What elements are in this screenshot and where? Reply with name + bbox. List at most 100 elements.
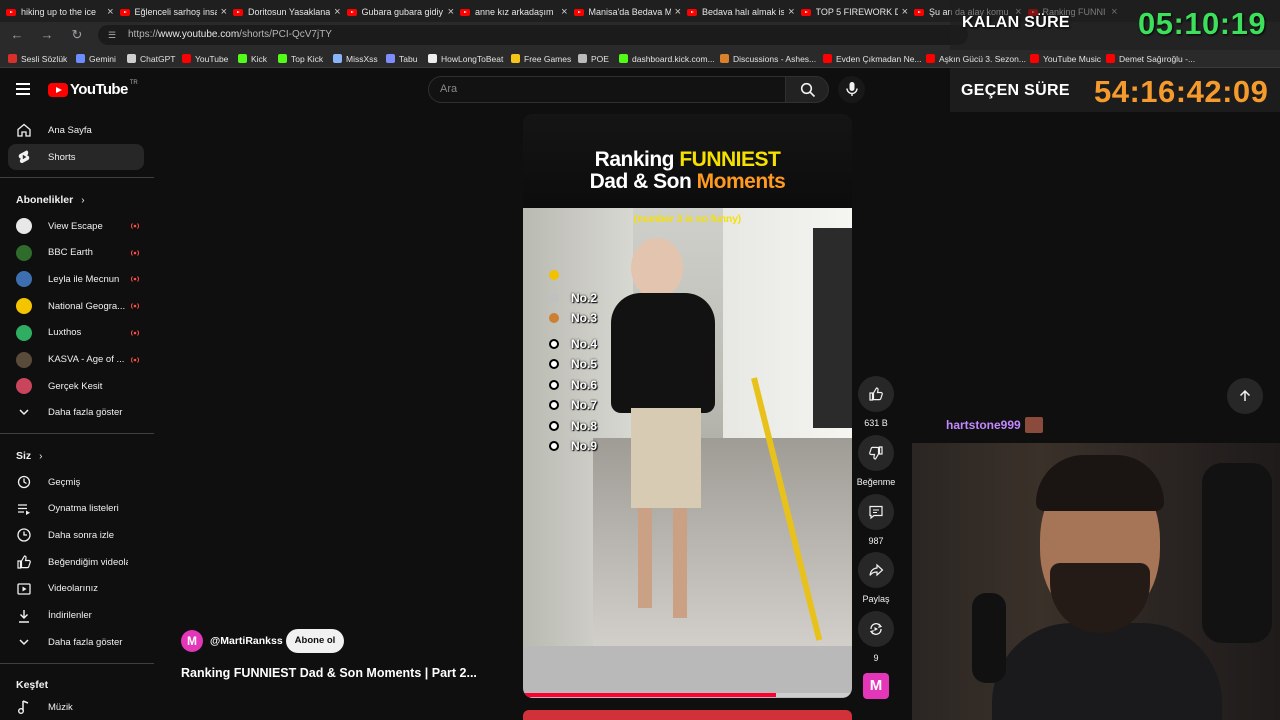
address-bar[interactable]: ☰ https://www.youtube.com/shorts/PCI-QcV… — [98, 25, 968, 45]
bookmark-item[interactable]: YouTube — [182, 52, 228, 65]
close-tab-icon[interactable]: × — [107, 6, 113, 18]
subscriptions-heading[interactable]: Abonelikler › — [16, 194, 85, 206]
browser-tab[interactable]: Gubara gubara gidiy × — [346, 2, 454, 22]
browser-tab[interactable]: Manisa'da Bedava M × — [573, 2, 681, 22]
remix-button[interactable]: 9 — [858, 611, 894, 663]
youtube-favicon-icon — [573, 8, 584, 16]
bookmark-label: Free Games — [524, 53, 572, 64]
dislike-button[interactable]: Beğenme — [857, 435, 895, 487]
sidebar-item-playlist[interactable]: Oynatma listeleri — [8, 496, 144, 522]
close-tab-icon[interactable]: × — [902, 6, 908, 18]
sidebar-item-liked[interactable]: Beğendiğim videolar — [8, 549, 144, 575]
bookmark-favicon-icon — [428, 54, 437, 63]
next-short-preview[interactable] — [523, 710, 852, 720]
ranking-label: No.2 — [571, 290, 598, 305]
search-input[interactable]: Ara — [428, 76, 786, 103]
chat-username: hartstone999 — [946, 418, 1021, 432]
browser-tab[interactable]: hiking up to the ice × — [6, 2, 114, 22]
subscriptions-show-more[interactable]: Daha fazla göster — [8, 399, 144, 425]
subscription-item[interactable]: Leyla ile Mecnun — [8, 266, 144, 292]
you-heading[interactable]: Siz › — [16, 450, 43, 462]
chevron-down-icon — [16, 634, 32, 650]
sidebar-item-music[interactable]: Müzik — [8, 694, 144, 720]
sidebar-item-shorts[interactable]: Shorts — [8, 144, 144, 170]
channel-avatar-small[interactable]: M — [863, 673, 889, 699]
sidebar-item-label: Geçmiş — [48, 476, 81, 488]
bookmark-label: HowLongToBeat — [441, 53, 504, 64]
voice-search-button[interactable] — [838, 76, 865, 103]
bookmark-item[interactable]: Discussions - Ashes... — [720, 52, 816, 65]
previous-short-button[interactable] — [1227, 378, 1263, 414]
search-button[interactable] — [785, 76, 829, 103]
close-tab-icon[interactable]: × — [675, 6, 681, 18]
bookmark-item[interactable]: Kick — [238, 52, 267, 65]
you-show-more[interactable]: Daha fazla göster — [8, 629, 144, 655]
bookmark-item[interactable]: Free Games — [511, 52, 571, 65]
youtube-logo[interactable]: YouTube TR — [48, 79, 138, 98]
sidebar-item-home[interactable]: Ana Sayfa — [8, 117, 144, 143]
bookmark-item[interactable]: Top Kick — [278, 52, 323, 65]
subscription-item[interactable]: National Geogra... — [8, 293, 144, 319]
bookmark-item[interactable]: POE — [578, 52, 609, 65]
subscription-item[interactable]: View Escape — [8, 213, 144, 239]
bookmark-item[interactable]: Sesli Sözlük — [8, 52, 67, 65]
browser-tab[interactable]: anne kız arkadaşım × — [460, 2, 568, 22]
share-button[interactable]: Paylaş — [858, 552, 894, 604]
back-button[interactable]: ← — [8, 26, 26, 44]
subscription-label: KASVA - Age of ... — [48, 354, 125, 365]
tab-title: Bedava halı almak is — [702, 7, 785, 17]
comment-icon — [869, 505, 883, 520]
menu-icon[interactable] — [16, 83, 30, 95]
close-tab-icon[interactable]: × — [448, 6, 454, 18]
comments-button[interactable]: 987 — [858, 494, 894, 546]
channel-handle[interactable]: @MartiRankss — [210, 635, 283, 647]
youtube-favicon-icon — [119, 8, 130, 16]
video-progress-bar[interactable] — [523, 693, 852, 697]
sidebar-item-label: Ana Sayfa — [48, 124, 92, 136]
share-icon — [869, 563, 884, 577]
browser-tab[interactable]: Eğlenceli sarhoş insa × — [119, 2, 227, 22]
sidebar-item-download[interactable]: İndirilenler — [8, 603, 144, 629]
sidebar-item-your-videos[interactable]: Videolarınız — [8, 576, 144, 602]
browser-tab[interactable]: TOP 5 FIREWORK DI × — [800, 2, 908, 22]
bookmark-favicon-icon — [127, 54, 136, 63]
bookmark-favicon-icon — [578, 54, 587, 63]
short-video-player[interactable]: Ranking FUNNIEST Dad & Son Moments (numb… — [523, 114, 852, 698]
video-bottom-blur — [523, 646, 852, 698]
ranking-label: No.9 — [571, 439, 598, 453]
short-title[interactable]: Ranking FUNNIEST Dad & Son Moments | Par… — [181, 666, 477, 680]
bookmark-item[interactable]: Gemini — [76, 52, 116, 65]
subscribe-button[interactable]: Abone ol — [286, 629, 344, 653]
video-caption: (number 3 is so funny) — [633, 214, 742, 225]
close-tab-icon[interactable]: × — [221, 6, 227, 18]
bookmark-item[interactable]: Tabu — [386, 52, 417, 65]
browser-tab[interactable]: Doritosun Yasaklana × — [233, 2, 341, 22]
tab-title: Eğlenceli sarhoş insa — [134, 7, 217, 17]
subscription-item[interactable]: Luxthos — [8, 320, 144, 346]
reload-button[interactable]: ↻ — [68, 26, 86, 44]
subscription-item[interactable]: KASVA - Age of ... — [8, 347, 144, 373]
browser-tab[interactable]: Bedava halı almak is × — [687, 2, 795, 22]
close-tab-icon[interactable]: × — [788, 6, 794, 18]
subscription-item[interactable]: BBC Earth — [8, 240, 144, 266]
bookmark-item[interactable]: HowLongToBeat — [428, 52, 503, 65]
country-code: TR — [129, 79, 138, 86]
site-info-icon[interactable]: ☰ — [108, 25, 116, 45]
bookmark-item[interactable]: ChatGPT — [127, 52, 175, 65]
liked-icon — [17, 555, 31, 569]
like-button[interactable]: 631 B — [858, 376, 894, 428]
bookmark-item[interactable]: Evden Çıkmadan Ne... — [823, 52, 922, 65]
bookmark-item[interactable]: MissXss — [333, 52, 378, 65]
video-person-shirt — [611, 293, 715, 413]
close-tab-icon[interactable]: × — [334, 6, 340, 18]
sidebar-item-history[interactable]: Geçmiş — [8, 469, 144, 495]
channel-avatar[interactable]: M — [181, 630, 203, 652]
close-tab-icon[interactable]: × — [561, 6, 567, 18]
subscription-item[interactable]: Gerçek Kesit — [8, 373, 144, 399]
bookmark-item[interactable]: dashboard.kick.com... — [619, 52, 715, 65]
forward-button[interactable]: → — [38, 26, 56, 44]
sidebar-item-watch-later[interactable]: Daha sonra izle — [8, 522, 144, 548]
medal-icon — [549, 292, 559, 303]
channel-avatar-icon — [16, 244, 32, 261]
music-icon — [16, 699, 32, 715]
